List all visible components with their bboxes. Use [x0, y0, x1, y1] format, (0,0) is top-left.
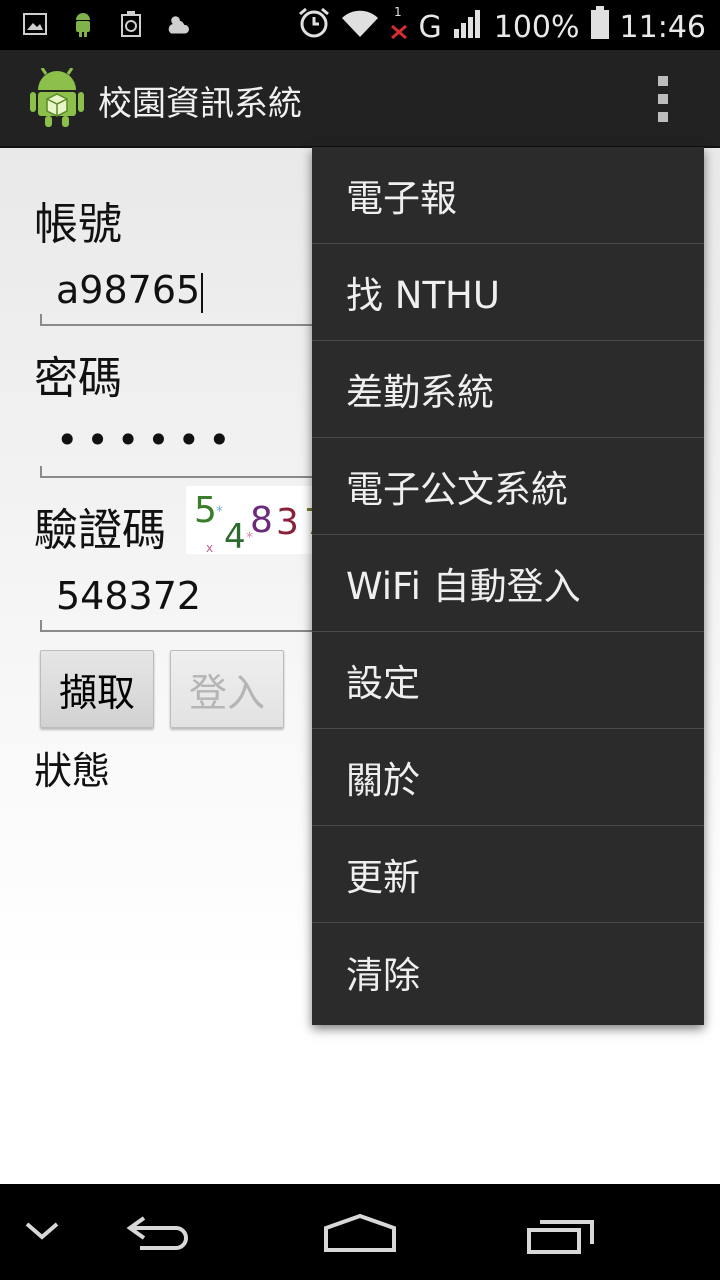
password-label: 密碼	[34, 353, 122, 404]
captcha-label: 驗證碼	[34, 505, 166, 556]
svg-text:3: 3	[276, 502, 299, 543]
menu-item-settings[interactable]: 設定	[312, 632, 704, 729]
back-icon[interactable]	[124, 1212, 196, 1256]
app-title: 校園資訊系統	[98, 84, 302, 124]
svg-text:*: *	[246, 530, 253, 546]
svg-text:5: 5	[194, 490, 217, 531]
menu-item-label: 找 NTHU	[346, 274, 500, 317]
overflow-menu-icon[interactable]	[656, 76, 670, 122]
password-value: ••••••	[56, 418, 239, 462]
menu-item-label: 設定	[346, 662, 420, 705]
wifi-icon	[341, 8, 379, 46]
android-notification-icon	[70, 10, 96, 38]
svg-text:1: 1	[394, 6, 402, 19]
svg-text:8: 8	[250, 500, 273, 541]
svg-text:4: 4	[224, 517, 246, 554]
menu-item-label: 差勤系統	[346, 371, 494, 414]
menu-item-find-nthu[interactable]: 找 NTHU	[312, 244, 704, 341]
menu-item-epaper[interactable]: 電子報	[312, 147, 704, 244]
menu-item-label: 更新	[346, 856, 420, 899]
menu-item-clear[interactable]: 清除	[312, 923, 704, 1020]
clock: 11:46	[619, 9, 706, 45]
password-field[interactable]: ••••••	[40, 406, 340, 478]
menu-item-wifi-auto-login[interactable]: WiFi 自動登入	[312, 535, 704, 632]
signal-icon	[452, 7, 484, 47]
action-bar: 校園資訊系統	[0, 50, 720, 148]
navigation-bar	[0, 1184, 720, 1280]
battery-icon	[590, 6, 610, 48]
menu-item-attendance[interactable]: 差勤系統	[312, 341, 704, 438]
overflow-menu: 電子報 找 NTHU 差勤系統 電子公文系統 WiFi 自動登入 設定 關於 更…	[312, 147, 704, 1025]
status-bar: 1 G 100% 11:46	[0, 0, 720, 50]
svg-text:*: *	[216, 504, 223, 520]
status-label: 狀態	[34, 749, 111, 793]
menu-item-label: 關於	[346, 759, 420, 802]
menu-item-label: 電子公文系統	[346, 468, 568, 511]
menu-item-about[interactable]: 關於	[312, 729, 704, 826]
menu-item-update[interactable]: 更新	[312, 826, 704, 923]
weather-notification-icon	[166, 10, 192, 38]
android-app-icon[interactable]	[30, 67, 84, 128]
account-value: a98765	[56, 268, 201, 312]
captcha-value: 548372	[56, 574, 202, 618]
battery-percent: 100%	[493, 9, 580, 45]
fetch-button[interactable]: 擷取	[40, 650, 154, 728]
svg-text:x: x	[206, 541, 213, 554]
text-cursor	[201, 272, 204, 313]
login-button[interactable]: 登入	[170, 650, 284, 728]
no-data-icon: 1	[389, 5, 409, 48]
menu-item-label: 電子報	[346, 177, 457, 220]
captcha-image: 5 4 8 3 7 * * x	[186, 486, 316, 554]
image-notification-icon	[22, 10, 48, 38]
account-label: 帳號	[34, 199, 122, 250]
menu-item-label: 清除	[346, 953, 420, 997]
menu-item-document-system[interactable]: 電子公文系統	[312, 438, 704, 535]
account-field[interactable]: a98765	[40, 254, 340, 326]
hide-keyboard-icon[interactable]	[24, 1220, 60, 1246]
menu-item-label: WiFi 自動登入	[346, 565, 581, 608]
captcha-field[interactable]: 548372	[40, 560, 340, 632]
network-type: G	[418, 9, 442, 45]
alarm-icon	[297, 6, 331, 48]
recycle-notification-icon	[118, 10, 144, 38]
recent-apps-icon[interactable]	[526, 1216, 598, 1260]
home-icon[interactable]	[322, 1212, 398, 1258]
